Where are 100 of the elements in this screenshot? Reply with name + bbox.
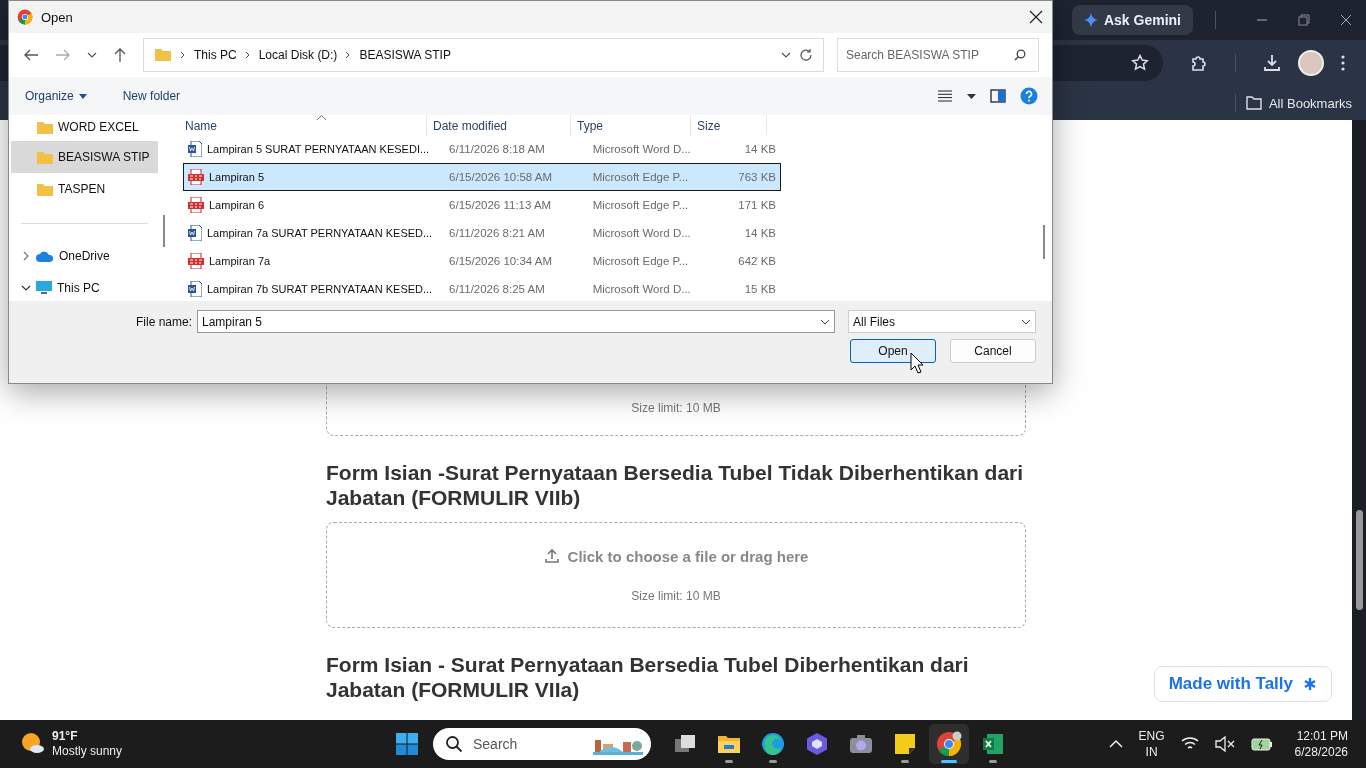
sparkle-icon [1083, 13, 1098, 27]
column-header[interactable]: Size [691, 115, 767, 135]
preview-pane-icon[interactable] [990, 89, 1006, 103]
caret-icon[interactable] [967, 93, 976, 99]
star-icon[interactable] [1131, 54, 1149, 72]
choose-file-link[interactable]: Click to choose a file or drag here [543, 547, 809, 565]
battery-icon[interactable] [1250, 737, 1273, 751]
question-title: Form Isian - Surat Pernyataan Bersedia Tubel Diberhentikan dari Jabatan (FORMULIR VIIa) [326, 652, 970, 702]
page-scrollbar[interactable] [1352, 120, 1366, 720]
size-cell-text: 171 KB [737, 199, 777, 211]
edge-icon [761, 732, 785, 756]
close-icon[interactable] [1340, 14, 1352, 26]
up-arrow-icon[interactable] [113, 47, 127, 63]
upload-dropzone[interactable]: Click to choose a file or drag here Size limit: 10 MB [326, 522, 1026, 628]
file-row[interactable]: Lampiran 6 6/15/2026 11:13 AM Microsoft Edge P... 171 KB [183, 191, 781, 219]
sticky-note-icon [893, 732, 917, 756]
file-row[interactable]: Lampiran 7a 6/15/2026 10:34 AM Microsoft Edge P... 642 KB [183, 247, 781, 275]
sort-caret-icon [317, 115, 326, 120]
list-view-icon[interactable] [937, 90, 953, 102]
breadcrumb-item[interactable]: Local Disk (D:) [258, 48, 338, 62]
column-header[interactable]: Type [571, 115, 691, 135]
type-cell-text: Microsoft Word D... [591, 283, 692, 295]
ask-gemini-button[interactable]: Ask Gemini [1071, 5, 1193, 35]
size-limit-text: Size limit: 10 MB [631, 401, 721, 415]
size-limit-text: Size limit: 10 MB [631, 588, 721, 603]
chevron-down-icon [21, 283, 31, 293]
restore-icon[interactable] [1298, 14, 1310, 26]
camera-icon [849, 732, 873, 756]
folder-icon [1245, 96, 1262, 110]
pdf-file-icon [188, 253, 204, 269]
date-cell-text: 6/11/2026 8:21 AM [448, 227, 546, 239]
dialog-title: Open [41, 9, 73, 25]
new-folder-button[interactable]: New folder [116, 85, 187, 107]
cancel-button[interactable]: Cancel [950, 339, 1036, 363]
nav-tree-item[interactable]: BEASISWA STIP [11, 141, 158, 173]
wifi-icon[interactable] [1180, 736, 1199, 752]
chevron-right-icon [244, 51, 251, 59]
taskbar-app[interactable] [929, 724, 969, 764]
help-icon[interactable] [1020, 87, 1038, 105]
search-field[interactable]: Search BEASISWA STIP [837, 38, 1039, 72]
asterisk-icon [1303, 677, 1317, 691]
folder-icon [37, 150, 53, 164]
nav-tree-item[interactable]: OneDrive [11, 240, 158, 272]
breadcrumb-item[interactable]: This PC [194, 48, 237, 62]
file-row[interactable]: Lampiran 7b SURAT PERNYATAAN KESED... 6/11/2026 8:25 AM Microsoft Word D... 15 KB [183, 275, 781, 301]
date-cell-text: 6/11/2026 8:25 AM [448, 283, 546, 295]
file-name: Lampiran 5 [209, 171, 265, 183]
profile-avatar[interactable] [1298, 50, 1324, 76]
made-with-tally-badge[interactable]: Made with Tally [1153, 666, 1332, 702]
address-bar[interactable]: This PC Local Disk (D:) BEASISWA STIP [143, 38, 824, 72]
puzzle-icon[interactable] [1189, 53, 1209, 73]
file-name: Lampiran 5 SURAT PERNYATAAN KESEDI... [207, 143, 430, 155]
column-header[interactable]: Name [169, 115, 427, 135]
close-icon[interactable] [1029, 10, 1043, 24]
type-cell-text: Microsoft Edge P... [591, 171, 690, 183]
open-button[interactable]: Open [850, 339, 936, 363]
file-name: Lampiran 7a SURAT PERNYATAAN KESED... [207, 227, 433, 239]
nav-tree-item[interactable]: WORD EXCEL [11, 115, 158, 141]
cloud-icon [36, 250, 54, 262]
weather-widget[interactable]: 91°F Mostly sunny [20, 729, 370, 759]
refresh-icon[interactable] [799, 48, 813, 62]
word-document-icon [188, 141, 202, 157]
breadcrumb-item[interactable]: BEASISWA STIP [359, 48, 451, 62]
chrome-icon [17, 9, 33, 25]
search-icon [1014, 49, 1026, 61]
taskbar-search-field[interactable]: Search [433, 728, 651, 760]
chevron-down-icon[interactable] [781, 51, 791, 59]
temperature-text: 91°F [52, 729, 79, 744]
file-type-dropdown[interactable]: All Files [848, 310, 1036, 333]
chevron-right-icon [345, 51, 352, 59]
organize-menu-button[interactable]: Organize [19, 85, 93, 107]
nav-tree-item[interactable]: TASPEN [11, 173, 158, 205]
file-row[interactable]: Lampiran 5 SURAT PERNYATAAN KESEDI... 6/11/2026 8:18 AM Microsoft Word D... 14 KB [183, 135, 781, 163]
language-indicator[interactable]: ENG IN [1138, 728, 1165, 760]
chevron-down-icon[interactable] [87, 51, 97, 59]
monitor-icon [36, 281, 52, 295]
word-document-icon [188, 225, 202, 241]
date-cell-text: 6/15/2026 10:34 AM [448, 255, 554, 267]
file-row[interactable]: Lampiran 5 6/15/2026 10:58 AM Microsoft Edge P... 763 KB [183, 163, 781, 191]
menu-icon[interactable] [1340, 54, 1346, 72]
back-arrow-icon[interactable] [23, 48, 39, 62]
column-header[interactable]: Date modified [427, 115, 571, 135]
type-cell-text: Microsoft Word D... [591, 227, 692, 239]
chevron-up-icon[interactable] [1108, 739, 1123, 749]
file-row[interactable]: Lampiran 7a SURAT PERNYATAAN KESED... 6/11/2026 8:21 AM Microsoft Word D... 14 KB [183, 219, 781, 247]
download-icon[interactable] [1262, 53, 1282, 73]
nav-tree-item[interactable]: This PC [11, 272, 158, 301]
file-name: Lampiran 6 [209, 199, 265, 211]
search-icon [445, 735, 463, 753]
type-cell-text: Microsoft Edge P... [591, 255, 690, 267]
size-cell-text: 642 KB [737, 255, 777, 267]
type-cell-text: Microsoft Edge P... [591, 199, 690, 211]
all-bookmarks-button[interactable]: All Bookmarks [1245, 95, 1352, 111]
date-cell-text: 6/15/2026 10:58 AM [448, 171, 554, 183]
size-cell-text: 15 KB [743, 283, 777, 295]
clock[interactable]: 12:01 PM 6/28/2026 [1294, 728, 1348, 760]
windows-start-icon[interactable] [395, 732, 419, 756]
file-name-field[interactable]: Lampiran 5 [197, 310, 835, 333]
muted-speaker-icon[interactable] [1214, 736, 1235, 752]
date-cell-text: 6/15/2026 11:13 AM [448, 199, 553, 211]
